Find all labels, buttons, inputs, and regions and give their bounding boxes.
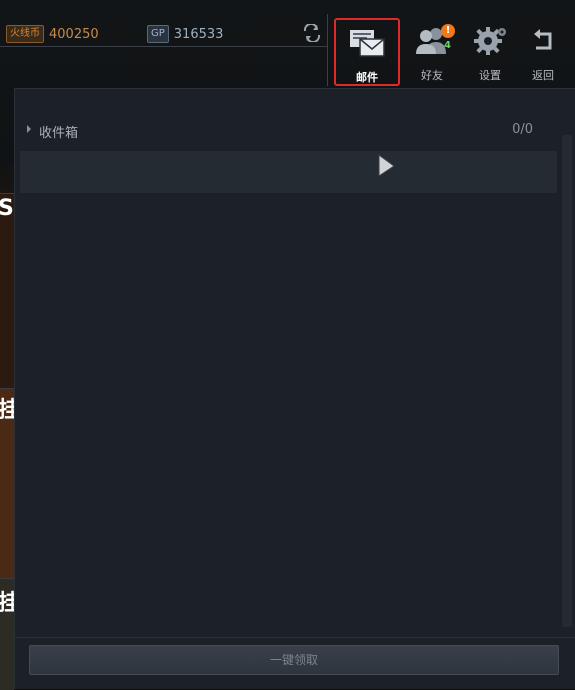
background-banner: [0, 193, 14, 389]
back-label: 返回: [532, 69, 554, 82]
background-banner-text: S: [0, 196, 14, 221]
expand-triangle-icon[interactable]: [27, 125, 31, 133]
mail-button[interactable]: 邮件: [334, 18, 400, 86]
scrollbar[interactable]: [562, 135, 572, 627]
gp-currency: GP 316533: [147, 24, 223, 44]
back-arrow-icon: [528, 26, 558, 60]
inbox-folder[interactable]: 收件箱 0/0: [23, 119, 533, 143]
friends-label: 好友: [421, 69, 443, 82]
refresh-icon[interactable]: [302, 22, 322, 44]
divider: [15, 637, 575, 638]
mouse-cursor-icon: [378, 154, 396, 182]
gp-value: 316533: [173, 26, 224, 42]
claim-all-button[interactable]: 一键领取: [29, 645, 559, 675]
inbox-count: 0/0: [512, 122, 533, 137]
back-button[interactable]: 返回: [510, 18, 575, 86]
huoxian-coin-value: 400250: [49, 26, 99, 42]
top-bar: 火线币 400250 GP 316533 邮件 ! 4 好友 设置 返回: [0, 0, 575, 90]
friends-alert-badge: !: [441, 24, 455, 38]
friends-button[interactable]: ! 4 好友: [399, 18, 465, 86]
divider: [327, 14, 328, 86]
list-item[interactable]: [20, 151, 557, 193]
mail-label: 邮件: [356, 71, 378, 84]
friends-online-count: 4: [444, 40, 451, 51]
huoxian-coin-badge: 火线币: [6, 25, 44, 43]
gp-badge: GP: [147, 25, 169, 43]
gear-icon: [472, 26, 508, 60]
mail-icon: [347, 28, 387, 62]
mail-panel: 收件箱 0/0 一键领取: [14, 88, 575, 689]
inbox-label: 收件箱: [39, 126, 79, 141]
divider: [0, 46, 328, 47]
huoxian-currency: 火线币 400250: [6, 24, 99, 44]
